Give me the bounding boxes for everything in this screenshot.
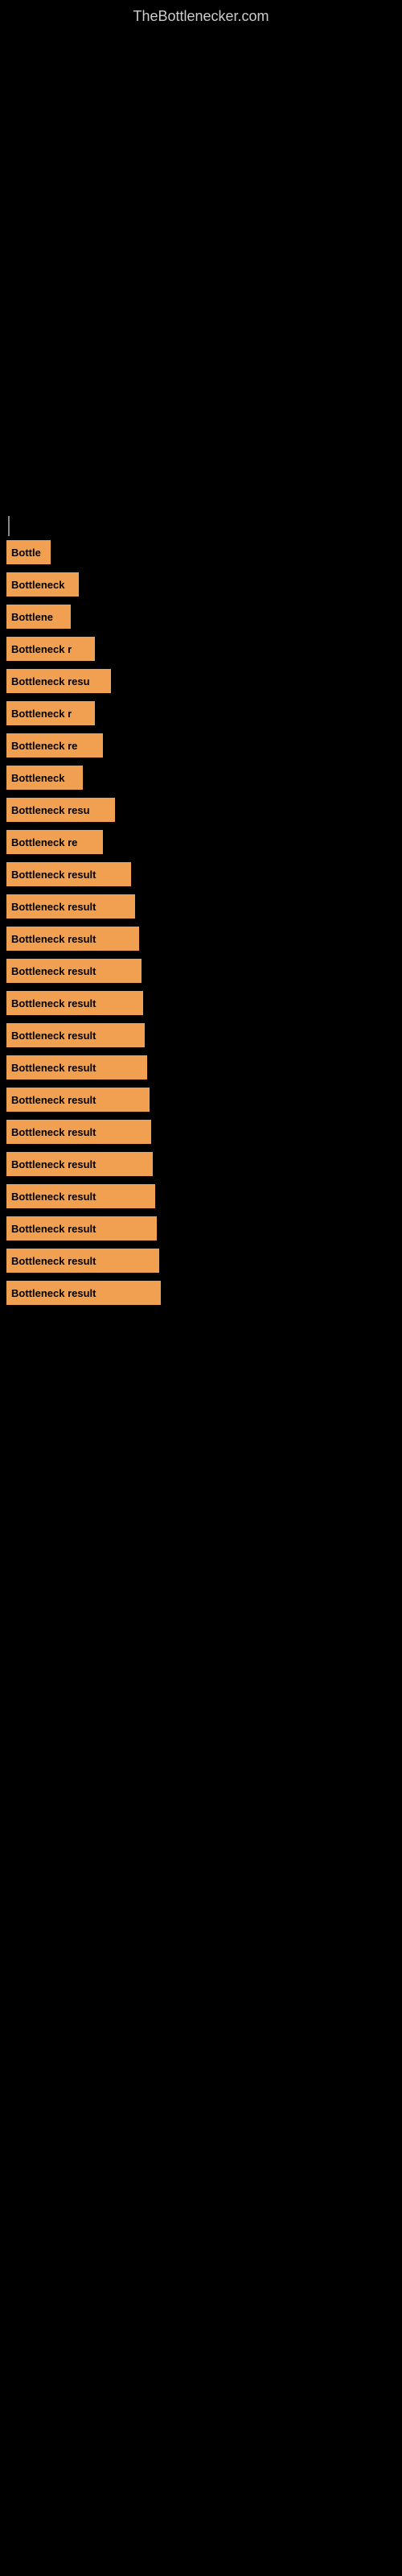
bottleneck-bar-13: Bottleneck result [6, 959, 142, 983]
bar-row-4: Bottleneck resu [6, 669, 402, 693]
bar-row-8: Bottleneck resu [6, 798, 402, 822]
bottleneck-bar-12: Bottleneck result [6, 927, 139, 951]
bottleneck-bar-20: Bottleneck result [6, 1184, 155, 1208]
bar-row-1: Bottleneck [6, 572, 402, 597]
bar-row-17: Bottleneck result [6, 1088, 402, 1112]
bottleneck-bar-1: Bottleneck [6, 572, 79, 597]
bottleneck-bar-8: Bottleneck resu [6, 798, 115, 822]
bottleneck-bar-19: Bottleneck result [6, 1152, 153, 1176]
bottleneck-bar-7: Bottleneck [6, 766, 83, 790]
bar-row-20: Bottleneck result [6, 1184, 402, 1208]
bar-row-3: Bottleneck r [6, 637, 402, 661]
bottleneck-bar-21: Bottleneck result [6, 1216, 157, 1241]
bar-row-12: Bottleneck result [6, 927, 402, 951]
bar-row-9: Bottleneck re [6, 830, 402, 854]
site-title: TheBottlenecker.com [0, 0, 402, 33]
bottleneck-bar-3: Bottleneck r [6, 637, 95, 661]
bar-row-7: Bottleneck [6, 766, 402, 790]
bottleneck-bar-11: Bottleneck result [6, 894, 135, 919]
bottleneck-bar-14: Bottleneck result [6, 991, 143, 1015]
vertical-marker [8, 516, 10, 536]
bars-container: Bottle Bottleneck Bottlene Bottleneck r Bott… [6, 540, 402, 1305]
bottleneck-bar-16: Bottleneck result [6, 1055, 147, 1080]
bar-row-13: Bottleneck result [6, 959, 402, 983]
bar-row-11: Bottleneck result [6, 894, 402, 919]
bar-row-22: Bottleneck result [6, 1249, 402, 1273]
bottleneck-bar-6: Bottleneck re [6, 733, 103, 758]
bar-row-6: Bottleneck re [6, 733, 402, 758]
bar-row-15: Bottleneck result [6, 1023, 402, 1047]
bar-row-0: Bottle [6, 540, 402, 564]
bottleneck-bar-23: Bottleneck result [6, 1281, 161, 1305]
chart-area: Bottle Bottleneck Bottlene Bottleneck r Bott… [0, 33, 402, 1305]
bar-row-21: Bottleneck result [6, 1216, 402, 1241]
bar-row-16: Bottleneck result [6, 1055, 402, 1080]
bar-row-5: Bottleneck r [6, 701, 402, 725]
bottleneck-bar-2: Bottlene [6, 605, 71, 629]
site-title-container: TheBottlenecker.com [0, 0, 402, 33]
bottleneck-bar-0: Bottle [6, 540, 51, 564]
bottleneck-bar-10: Bottleneck result [6, 862, 131, 886]
bottleneck-bar-15: Bottleneck result [6, 1023, 145, 1047]
bar-row-10: Bottleneck result [6, 862, 402, 886]
bottleneck-bar-9: Bottleneck re [6, 830, 103, 854]
bar-row-2: Bottlene [6, 605, 402, 629]
bottleneck-bar-5: Bottleneck r [6, 701, 95, 725]
bottleneck-bar-4: Bottleneck resu [6, 669, 111, 693]
bottleneck-bar-22: Bottleneck result [6, 1249, 159, 1273]
bar-row-18: Bottleneck result [6, 1120, 402, 1144]
bar-row-19: Bottleneck result [6, 1152, 402, 1176]
bottleneck-bar-17: Bottleneck result [6, 1088, 150, 1112]
bar-row-23: Bottleneck result [6, 1281, 402, 1305]
chart-black-top [6, 49, 402, 516]
bottleneck-bar-18: Bottleneck result [6, 1120, 151, 1144]
bar-row-14: Bottleneck result [6, 991, 402, 1015]
